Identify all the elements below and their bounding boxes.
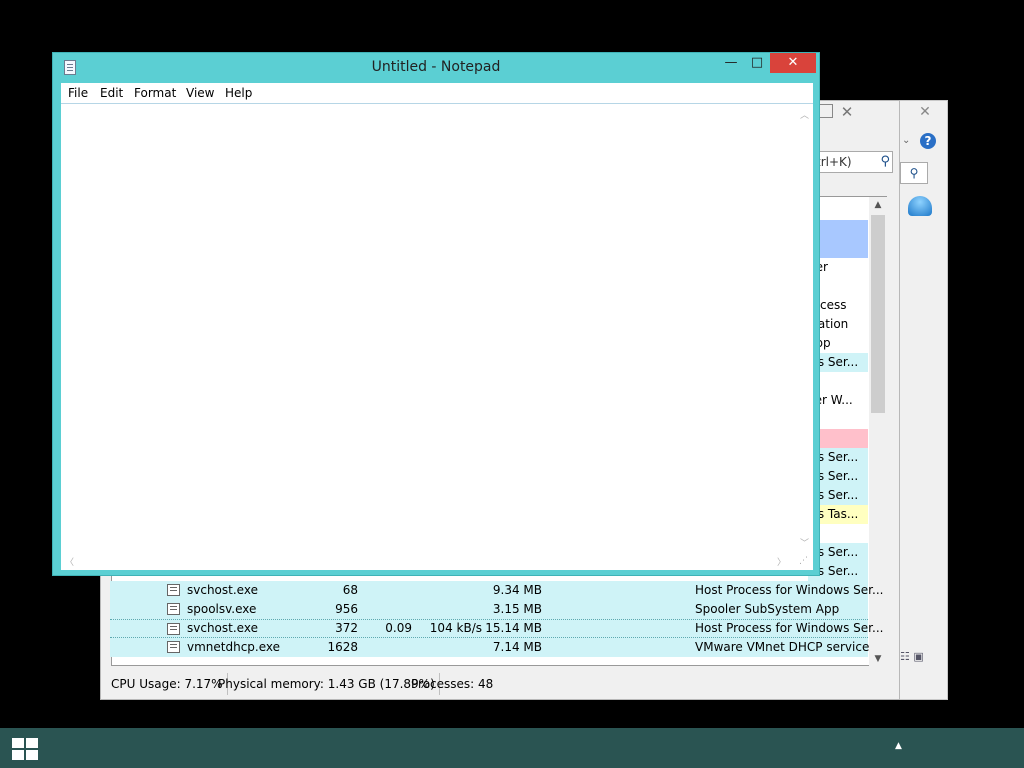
table-row[interactable]: svchost.exe 372 0.09 104 kB/s 15.14 MB Host P… bbox=[110, 619, 883, 638]
cell-cpu: 0.09 bbox=[385, 621, 412, 635]
windows-logo-icon bbox=[12, 738, 24, 748]
cell-name: vmnetdhcp.exe bbox=[187, 640, 281, 654]
minimize-button[interactable]: — bbox=[718, 53, 744, 73]
printer-icon bbox=[167, 603, 180, 615]
cell-name: svchost.exe bbox=[187, 621, 258, 635]
scroll-right-icon[interactable]: 〉 bbox=[777, 555, 786, 568]
cell-mem: 3.15 MB bbox=[492, 602, 542, 616]
horizontal-scrollbar[interactable]: 〈 〉 bbox=[61, 553, 795, 570]
cpu-usage-status: CPU Usage: 7.17% bbox=[107, 673, 228, 695]
process-count-status: Processes: 48 bbox=[411, 677, 494, 691]
process-icon bbox=[167, 623, 180, 635]
maximize-button[interactable]: □ bbox=[744, 53, 770, 73]
scroll-up-icon[interactable]: ▲ bbox=[869, 197, 887, 213]
scroll-down-icon[interactable]: ▼ bbox=[869, 651, 887, 667]
notepad-window: Untitled - Notepad — □ ✕ File Edit Forma… bbox=[52, 52, 820, 576]
background-window: ✕ bbox=[898, 100, 948, 700]
windows-logo-pane bbox=[26, 738, 38, 748]
search-input[interactable]: trl+K) ⚲ bbox=[813, 151, 893, 173]
memory-status: Physical memory: 1.43 GB (17.89%) bbox=[214, 673, 440, 695]
search-box[interactable]: ⚲ bbox=[900, 162, 928, 184]
cell-name: spoolsv.exe bbox=[187, 602, 257, 616]
window-title: Untitled - Notepad bbox=[371, 59, 501, 75]
cell-pid: 1628 bbox=[327, 640, 358, 654]
close-button[interactable]: ✕ bbox=[770, 53, 816, 73]
show-hidden-icons-icon[interactable]: ▲ bbox=[895, 741, 902, 751]
resize-grip-icon[interactable]: ⋰ bbox=[799, 556, 811, 568]
scrollbar-thumb[interactable] bbox=[871, 215, 885, 413]
search-icon: ⚲ bbox=[909, 166, 919, 180]
cell-mem: 15.14 MB bbox=[485, 621, 542, 635]
cell-io: 104 kB/s bbox=[429, 621, 482, 635]
help-icon[interactable]: ? bbox=[920, 133, 936, 149]
menu-edit[interactable]: Edit bbox=[100, 83, 123, 103]
text-editor[interactable] bbox=[61, 104, 795, 550]
windows-logo-pane bbox=[26, 750, 38, 760]
menu-format[interactable]: Format bbox=[134, 83, 176, 103]
cell-desc: Host Process for Windows Ser... bbox=[695, 583, 884, 597]
text-editor-area[interactable]: ︿ ﹀ 〈 〉 ⋰ bbox=[61, 103, 813, 570]
shell-icon[interactable] bbox=[908, 196, 932, 216]
start-button[interactable] bbox=[12, 738, 38, 760]
close-icon[interactable]: ✕ bbox=[821, 102, 873, 122]
cell-desc: VMware VMnet DHCP service bbox=[695, 640, 870, 654]
table-row[interactable]: vmnetdhcp.exe 1628 7.14 MB VMware VMnet DHC… bbox=[110, 638, 870, 657]
table-row[interactable]: spoolsv.exe 956 3.15 MB Spooler SubSystem A… bbox=[110, 600, 868, 619]
background-window-titlebar: ✕ bbox=[899, 101, 947, 123]
cell-desc: Spooler SubSystem App bbox=[695, 602, 840, 616]
vertical-scrollbar[interactable]: ︿ ﹀ bbox=[796, 104, 813, 552]
status-bar: CPU Usage: 7.17% Physical memory: 1.43 G… bbox=[107, 673, 897, 695]
scroll-left-icon[interactable]: 〈 bbox=[65, 555, 74, 568]
taskbar: ▲ bbox=[0, 728, 1024, 768]
scroll-down-icon[interactable]: ﹀ bbox=[800, 536, 809, 549]
windows-logo-pane bbox=[12, 750, 24, 760]
chevron-down-icon[interactable]: ⌄ bbox=[902, 135, 910, 146]
view-icons[interactable]: ☷ ▣ bbox=[900, 650, 924, 663]
process-icon bbox=[167, 584, 180, 596]
cell-pid: 68 bbox=[342, 583, 358, 597]
selected-row-highlight[interactable] bbox=[812, 220, 868, 258]
menu-bar: File Edit Format View Help bbox=[61, 83, 813, 103]
cell-mem: 9.34 MB bbox=[492, 583, 542, 597]
cell-pid: 956 bbox=[335, 602, 358, 616]
cell-name: svchost.exe bbox=[187, 583, 258, 597]
cell-desc: Host Process for Windows Ser... bbox=[695, 621, 884, 635]
process-icon bbox=[167, 641, 180, 653]
search-hint: trl+K) bbox=[816, 155, 852, 169]
cell-mem: 7.14 MB bbox=[492, 640, 542, 654]
search-icon[interactable]: ⚲ bbox=[880, 152, 890, 172]
menu-help[interactable]: Help bbox=[225, 83, 252, 103]
menu-view[interactable]: View bbox=[186, 83, 214, 103]
scroll-up-icon[interactable]: ︿ bbox=[800, 108, 809, 121]
cell-pid: 372 bbox=[335, 621, 358, 635]
menu-file[interactable]: File bbox=[68, 83, 88, 103]
close-icon[interactable]: ✕ bbox=[907, 103, 943, 121]
table-row[interactable]: svchost.exe 68 9.34 MB Host Process for Win… bbox=[110, 581, 883, 600]
